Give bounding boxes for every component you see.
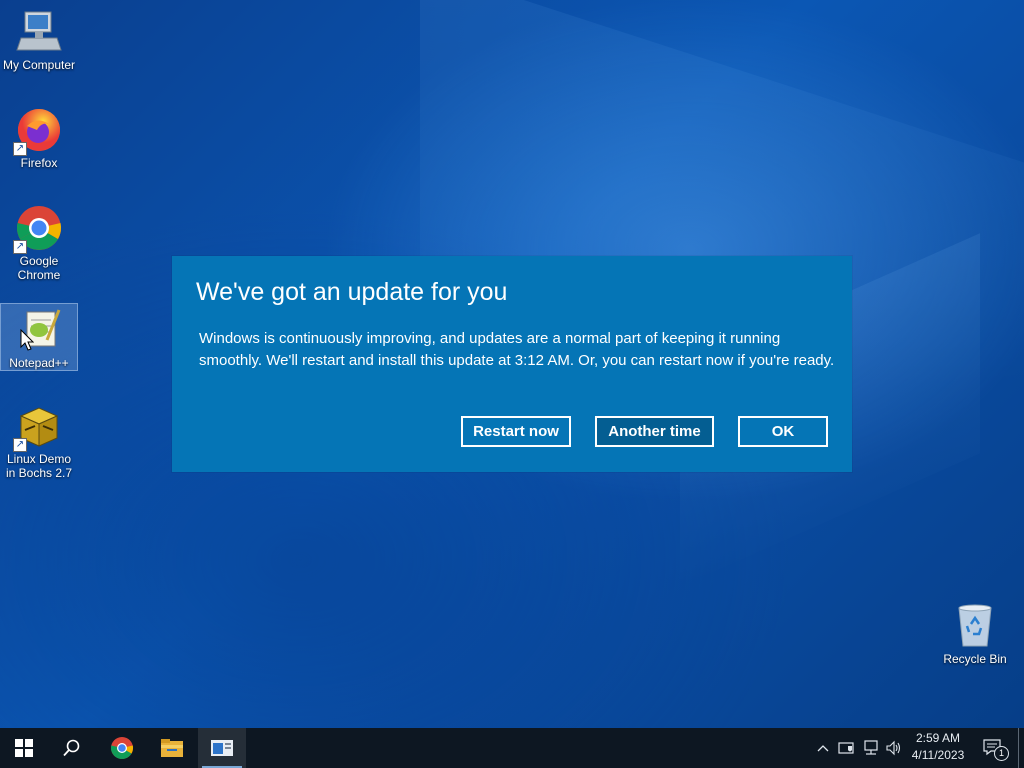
desktop-icon-linux-demo-bochs[interactable]: ↗ Linux Demo in Bochs 2.7 [1, 402, 77, 486]
firefox-icon: ↗ [13, 106, 63, 156]
dialog-title: We've got an update for you [196, 278, 508, 306]
network-icon [864, 740, 878, 755]
restart-now-button[interactable]: Restart now [461, 416, 571, 447]
security-tray-button[interactable] [836, 728, 858, 768]
recycle-bin-icon [951, 602, 999, 650]
shortcut-arrow-icon: ↗ [13, 438, 27, 452]
desktop-icon-label: Linux Demo in Bochs 2.7 [5, 452, 73, 480]
computer-icon [15, 8, 63, 56]
desktop-icon-label: Firefox [20, 156, 58, 170]
volume-icon [886, 740, 901, 756]
taskbar: 2:59 AM 4/11/2023 1 [0, 728, 1024, 768]
search-icon [63, 739, 80, 757]
clock-date: 4/11/2023 [911, 748, 965, 762]
desktop-icon-firefox[interactable]: ↗ Firefox [1, 106, 77, 170]
chrome-icon [110, 737, 134, 759]
taskbar-clock[interactable]: 2:59 AM 4/11/2023 [902, 730, 974, 766]
app-window-icon [211, 740, 233, 756]
network-tray-button[interactable] [860, 728, 882, 768]
taskbar-file-explorer-button[interactable] [148, 728, 196, 768]
desktop-icon-notepad-plus-plus[interactable]: Notepad++ [0, 303, 78, 371]
update-dialog: We've got an update for you Windows is c… [172, 256, 852, 472]
shortcut-arrow-icon: ↗ [13, 142, 27, 156]
action-center-button[interactable]: 1 [980, 728, 1009, 768]
clock-time: 2:59 AM [915, 731, 961, 745]
taskbar-active-app-button[interactable] [198, 728, 246, 768]
another-time-button[interactable]: Another time [595, 416, 714, 447]
desktop-icon-google-chrome[interactable]: ↗ Google Chrome [1, 204, 77, 288]
chevron-up-icon [817, 745, 829, 752]
desktop-icon-label: Recycle Bin [943, 652, 1007, 666]
search-button[interactable] [48, 728, 96, 768]
start-button[interactable] [0, 728, 48, 768]
show-hidden-icons-button[interactable] [812, 728, 834, 768]
taskbar-chrome-button[interactable] [98, 728, 146, 768]
notification-count-badge: 1 [994, 746, 1009, 761]
bochs-box-icon: ↗ [13, 402, 63, 452]
mouse-cursor-icon [20, 328, 35, 351]
desktop-icon-my-computer[interactable]: My Computer [1, 8, 77, 72]
ok-button[interactable]: OK [738, 416, 828, 447]
desktop-icon-label: Google Chrome [17, 254, 61, 282]
shortcut-arrow-icon: ↗ [13, 240, 27, 254]
show-desktop-button[interactable] [1018, 728, 1019, 768]
chrome-icon: ↗ [13, 204, 63, 254]
file-explorer-icon [161, 739, 183, 757]
desktop-icon-label: Notepad++ [9, 356, 69, 370]
start-icon [15, 739, 33, 757]
dialog-message: Windows is continuously improving, and u… [199, 330, 835, 369]
desktop-icon-label: My Computer [2, 58, 76, 72]
security-icon [838, 742, 854, 754]
desktop-icon-recycle-bin[interactable]: Recycle Bin [937, 602, 1013, 670]
